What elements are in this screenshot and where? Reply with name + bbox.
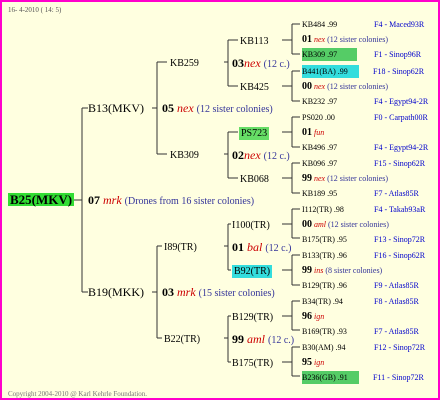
root-code: mrk bbox=[103, 193, 122, 207]
gen4-row: KB496 .97 F4 - Egypt94-2R bbox=[302, 143, 429, 152]
gen1-node: B19(MKK) bbox=[88, 285, 144, 299]
gen4-row: 00 aml (12 sister colonies) bbox=[302, 219, 389, 230]
pedigree-chart: 16- 4-2010 ( 14: 5) B25(MKV) 07 mrk (Dro… bbox=[0, 0, 440, 400]
root-info-line: 07 mrk (Drones from 16 sister colonies) bbox=[88, 194, 254, 208]
gen4-row: B34(TR) .94 F8 - Atlas85R bbox=[302, 297, 419, 306]
gen3-node: B92(TR) bbox=[232, 265, 273, 278]
root-year: 07 bbox=[88, 193, 100, 207]
gen3-node: B129(TR) bbox=[232, 312, 274, 323]
gen4-row: 96 ign bbox=[302, 311, 325, 322]
gen1-node: B13(MKV) bbox=[88, 101, 144, 115]
gen2-info: 01 bal (12 c.) bbox=[232, 240, 292, 255]
gen2-node: B22(TR) bbox=[164, 334, 201, 345]
gen2-info: 02nex (12 c.) bbox=[232, 148, 290, 163]
gen3-node: KB068 bbox=[240, 174, 269, 185]
gen2-info: 03nex (12 c.) bbox=[232, 56, 290, 71]
gen4-row: 01 nex (12 sister colonies) bbox=[302, 34, 388, 45]
gen4-row: KB309 .97 F1 - Sinop96R bbox=[302, 48, 422, 61]
gen2-info: 99 aml (12 c.) bbox=[232, 332, 295, 347]
gen2-node: KB259 bbox=[170, 58, 199, 69]
gen3-node: PS723 bbox=[239, 127, 270, 140]
gen3-node: I100(TR) bbox=[232, 220, 270, 231]
gen4-row: KB189 .95 F7 - Atlas85R bbox=[302, 189, 419, 198]
copyright-text: Copyright 2004-2010 @ Karl Kehrle Founda… bbox=[8, 390, 148, 398]
gen2-node: I89(TR) bbox=[164, 242, 197, 253]
gen4-row: KB096 .97 F15 - Sinop62R bbox=[302, 159, 426, 168]
gen4-row: 99 ins (8 sister colonies) bbox=[302, 265, 383, 276]
gen4-row: B169(TR) .93 F7 - Atlas85R bbox=[302, 327, 419, 336]
gen1-info: 03 mrk (15 sister colonies) bbox=[162, 285, 275, 300]
gen2-node: KB309 bbox=[170, 150, 199, 161]
gen1-info: 05 nex (12 sister colonies) bbox=[162, 101, 273, 116]
gen4-row: B175(TR) .95 F13 - Sinop72R bbox=[302, 235, 426, 244]
gen4-row: B441(BA) .99 F18 - Sinop62R bbox=[302, 65, 425, 78]
gen4-row: B129(TR) .96 F9 - Atlas85R bbox=[302, 281, 419, 290]
root-drones-desc: (Drones from 16 sister colonies) bbox=[124, 196, 255, 207]
gen4-row: 95 ign bbox=[302, 357, 325, 368]
gen3-node: KB113 bbox=[240, 36, 269, 47]
gen4-row: I112(TR) .98 F4 - Takab93aR bbox=[302, 205, 426, 214]
gen4-row: PS020 .00 F0 - Carpath00R bbox=[302, 113, 428, 122]
gen4-row: 00 nex (12 sister colonies) bbox=[302, 81, 388, 92]
gen4-row: B236(GB) .91 F11 - Sinop72R bbox=[302, 371, 424, 384]
chart-date: 16- 4-2010 ( 14: 5) bbox=[8, 6, 62, 14]
root-node-label: B25(MKV) bbox=[8, 192, 75, 207]
gen4-row: B133(TR) .96 F16 - Sinop62R bbox=[302, 251, 426, 260]
gen4-row: KB232 .97 F4 - Egypt94-2R bbox=[302, 97, 429, 106]
gen4-row: B30(AM) .94 F12 - Sinop72R bbox=[302, 343, 426, 352]
gen4-row: 01 fun bbox=[302, 127, 325, 138]
gen3-node: B175(TR) bbox=[232, 358, 274, 369]
gen3-node: KB425 bbox=[240, 82, 269, 93]
gen4-row: 99 nex (12 sister colonies) bbox=[302, 173, 388, 184]
gen4-row: KB484 .99 F4 - Maced93R bbox=[302, 20, 425, 29]
